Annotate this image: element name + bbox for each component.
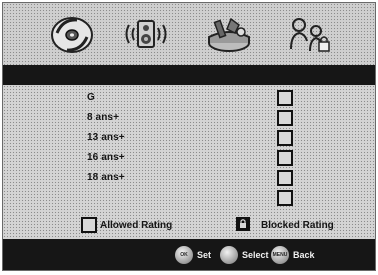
disc-icon[interactable] xyxy=(47,11,97,57)
rating-row-16: 16 ans+ xyxy=(3,149,375,167)
speaker-icon[interactable] xyxy=(121,11,171,57)
rating-label: 13 ans+ xyxy=(87,132,125,143)
rating-checkbox-extra[interactable] xyxy=(277,190,293,206)
rating-checkbox-18[interactable] xyxy=(277,170,293,186)
allowed-rating-swatch xyxy=(81,217,97,233)
navigation-dpad-icon xyxy=(220,246,238,264)
rating-checkbox-8[interactable] xyxy=(277,110,293,126)
rating-checkbox-13[interactable] xyxy=(277,130,293,146)
rating-list: G 8 ans+ 13 ans+ 16 ans+ 18 ans+ Allowed… xyxy=(3,85,375,239)
parental-lock-icon[interactable] xyxy=(283,11,333,57)
settings-icon[interactable] xyxy=(203,11,253,57)
rating-label: 16 ans+ xyxy=(87,152,125,163)
parental-rating-screen: G 8 ans+ 13 ans+ 16 ans+ 18 ans+ Allowed… xyxy=(2,2,376,271)
select-hint-label: Select xyxy=(242,250,269,260)
rating-row-13: 13 ans+ xyxy=(3,129,375,147)
rating-row-empty xyxy=(3,189,375,207)
menu-button-icon: MENU xyxy=(271,246,289,264)
rating-label: 8 ans+ xyxy=(87,112,120,123)
rating-row-18: 18 ans+ xyxy=(3,169,375,187)
lock-icon xyxy=(240,219,246,228)
rating-checkbox-16[interactable] xyxy=(277,150,293,166)
rating-checkbox-g[interactable] xyxy=(277,90,293,106)
blocked-rating-label: Blocked Rating xyxy=(261,220,334,231)
title-bar xyxy=(3,65,375,85)
set-hint-label: Set xyxy=(197,250,212,260)
back-hint-label: Back xyxy=(293,250,315,260)
rating-label: 18 ans+ xyxy=(87,172,125,183)
allowed-rating-label: Allowed Rating xyxy=(100,220,173,231)
rating-row-8: 8 ans+ xyxy=(3,109,375,127)
rating-label: G xyxy=(87,92,95,103)
ok-button-icon: OK xyxy=(175,246,193,264)
button-hint-bar: OK Set Select MENU Back xyxy=(3,239,375,270)
rating-row-g: G xyxy=(3,89,375,107)
menu-tab-bar xyxy=(3,3,375,65)
blocked-rating-swatch xyxy=(236,217,250,231)
